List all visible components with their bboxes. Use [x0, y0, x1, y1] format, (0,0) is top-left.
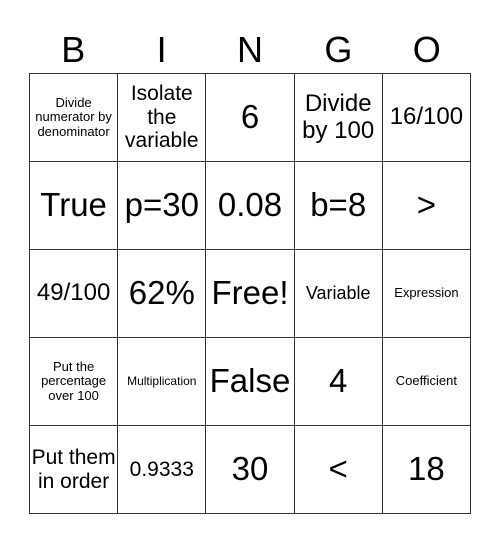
bingo-cell[interactable]: 18	[382, 426, 471, 514]
bingo-cell[interactable]: p=30	[118, 162, 207, 250]
bingo-cell[interactable]: Coefficient	[382, 338, 471, 426]
bingo-cell[interactable]: 30	[206, 426, 295, 514]
bingo-card-grid: Divide numerator by denominator Isolate …	[29, 73, 471, 514]
bingo-cell[interactable]: b=8	[294, 162, 383, 250]
bingo-cell[interactable]: Isolate the variable	[118, 74, 207, 162]
bingo-cell[interactable]: 0.9333	[118, 426, 207, 514]
bingo-cell[interactable]: 16/100	[382, 74, 471, 162]
bingo-cell[interactable]: 4	[294, 338, 383, 426]
bingo-cell[interactable]: Expression	[382, 250, 471, 338]
bingo-cell[interactable]: 49/100	[30, 250, 119, 338]
bingo-cell[interactable]: 0.08	[206, 162, 295, 250]
bingo-cell[interactable]: 6	[206, 74, 295, 162]
bingo-cell[interactable]: Divide by 100	[294, 74, 383, 162]
bingo-cell[interactable]: Multiplication	[118, 338, 207, 426]
bingo-cell[interactable]: >	[382, 162, 471, 250]
bingo-cell[interactable]: Variable	[294, 250, 383, 338]
bingo-cell[interactable]: 62%	[118, 250, 207, 338]
bingo-cell[interactable]: False	[206, 338, 295, 426]
bingo-cell[interactable]: Divide numerator by denominator	[30, 74, 119, 162]
header-letter-n: N	[236, 29, 263, 70]
bingo-cell[interactable]: Put them in order	[30, 426, 119, 514]
header-letter-o: O	[412, 29, 441, 70]
header-letter-b: B	[61, 29, 86, 70]
bingo-cell[interactable]: <	[294, 426, 383, 514]
bingo-cell[interactable]: True	[30, 162, 119, 250]
bingo-cell[interactable]: Put the percentage over 100	[30, 338, 119, 426]
bingo-header: B I N G O	[29, 28, 471, 72]
bingo-free-space[interactable]: Free!	[206, 250, 295, 338]
header-letter-g: G	[324, 29, 353, 70]
header-letter-i: I	[156, 29, 167, 70]
